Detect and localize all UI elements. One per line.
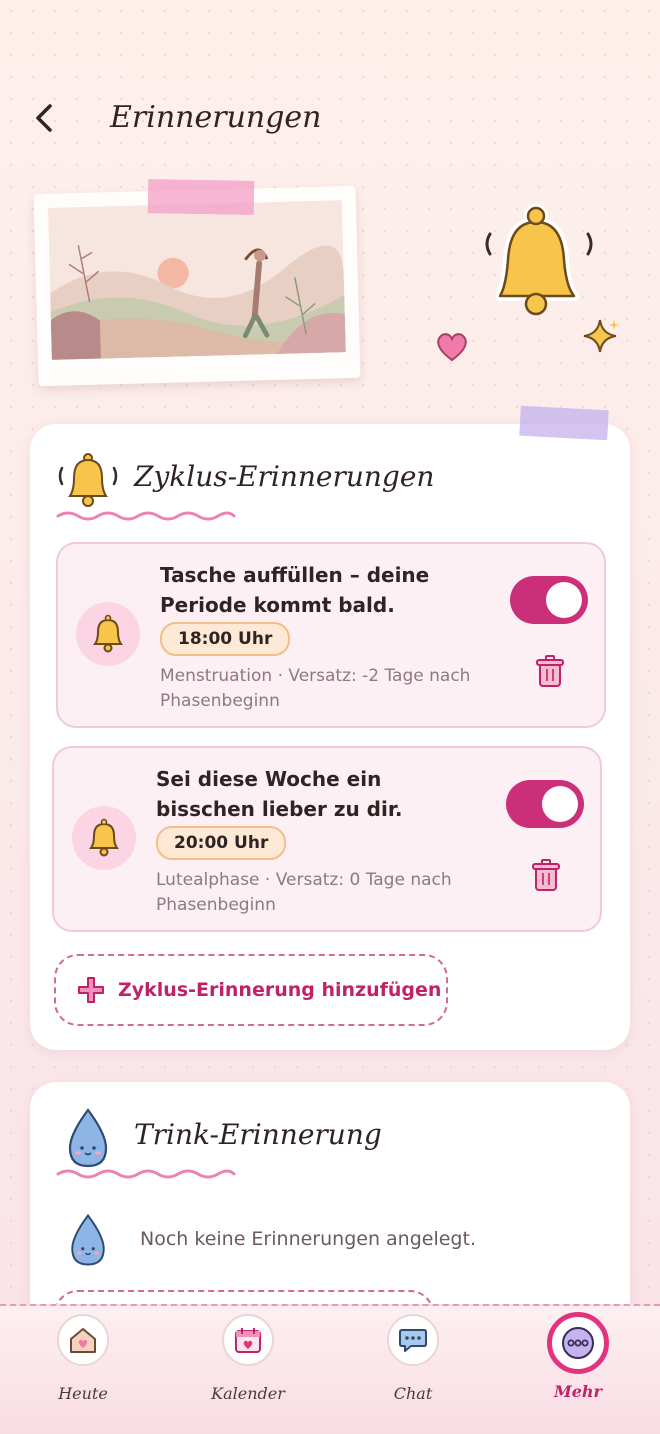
reminder-item[interactable]: Tasche auffüllen – deine Periode kommt b… <box>56 542 606 728</box>
reminder-bell-icon <box>76 602 140 666</box>
trash-icon[interactable] <box>534 654 566 690</box>
nav-item-chat[interactable]: Chat <box>358 1314 468 1414</box>
reminder-toggle[interactable] <box>510 576 588 624</box>
water-drop-icon <box>71 1213 105 1266</box>
purple-tape-decoration <box>519 405 609 441</box>
nav-item-heute[interactable]: Heute <box>28 1314 138 1414</box>
nav-item-mehr[interactable]: Mehr <box>523 1312 633 1414</box>
bell-icon <box>58 453 118 507</box>
header: Erinnerungen <box>0 90 660 150</box>
reminder-title: Tasche auffüllen – deine Periode kommt b… <box>160 563 430 617</box>
reminder-bell-icon <box>72 806 136 870</box>
chat-bubble-icon <box>387 1314 439 1366</box>
add-cycle-reminder-label: Zyklus-Erinnerung hinzufügen <box>118 979 442 1001</box>
house-icon <box>57 1314 109 1366</box>
drink-reminder-card: Trink-Erinnerung Noch keine Erinnerungen… <box>30 1082 630 1370</box>
reminder-toggle[interactable] <box>506 780 584 828</box>
cycle-card-header: Zyklus-Erinnerungen <box>56 448 576 512</box>
empty-state: Noch keine Erinnerungen angelegt. <box>60 1210 600 1270</box>
drink-card-header: Trink-Erinnerung <box>56 1106 576 1170</box>
water-drop-icon <box>68 1108 108 1168</box>
pink-tape-decoration <box>147 179 255 215</box>
cycle-card-title: Zyklus-Erinnerungen <box>134 460 435 493</box>
toggle-knob <box>542 786 578 822</box>
squiggle-underline <box>56 511 236 521</box>
plus-icon <box>78 977 104 1003</box>
reminder-time-badge[interactable]: 20:00 Uhr <box>156 826 287 860</box>
sparkle-sticker-icon <box>583 319 619 353</box>
reminder-item[interactable]: Sei diese Woche ein bisschen lieber zu d… <box>52 746 602 932</box>
heart-sticker-icon <box>437 333 467 362</box>
squiggle-underline <box>56 1169 236 1179</box>
reminder-meta: Lutealphase · Versatz: 0 Tage nach Phase… <box>156 870 452 915</box>
cycle-reminders-card: Zyklus-Erinnerungen Tasche auffüllen – d… <box>30 424 630 1050</box>
nav-item-kalender[interactable]: Kalender <box>193 1314 303 1414</box>
reminder-title: Sei diese Woche ein bisschen lieber zu d… <box>156 767 403 821</box>
calendar-icon <box>222 1314 274 1366</box>
add-cycle-reminder-button[interactable]: Zyklus-Erinnerung hinzufügen <box>54 954 448 1026</box>
bottom-navigation: Heute Kalender Chat Mehr <box>0 1304 660 1434</box>
back-arrow-icon[interactable] <box>28 100 64 136</box>
reminder-time-badge[interactable]: 18:00 Uhr <box>160 622 291 656</box>
bell-sticker-icon <box>485 204 593 316</box>
empty-state-text: Noch keine Erinnerungen angelegt. <box>140 1228 476 1250</box>
toggle-knob <box>546 582 582 618</box>
reminder-meta: Menstruation · Versatz: -2 Tage nach Pha… <box>160 666 471 711</box>
nav-label-chat: Chat <box>393 1384 433 1403</box>
nav-label-mehr: Mehr <box>554 1382 602 1401</box>
landscape-illustration <box>33 185 361 387</box>
trash-icon[interactable] <box>530 858 562 894</box>
page-title: Erinnerungen <box>110 100 322 135</box>
drink-card-title: Trink-Erinnerung <box>134 1118 382 1151</box>
nav-label-kalender: Kalender <box>211 1384 285 1403</box>
more-dots-icon <box>547 1312 609 1374</box>
nav-label-heute: Heute <box>58 1384 108 1403</box>
